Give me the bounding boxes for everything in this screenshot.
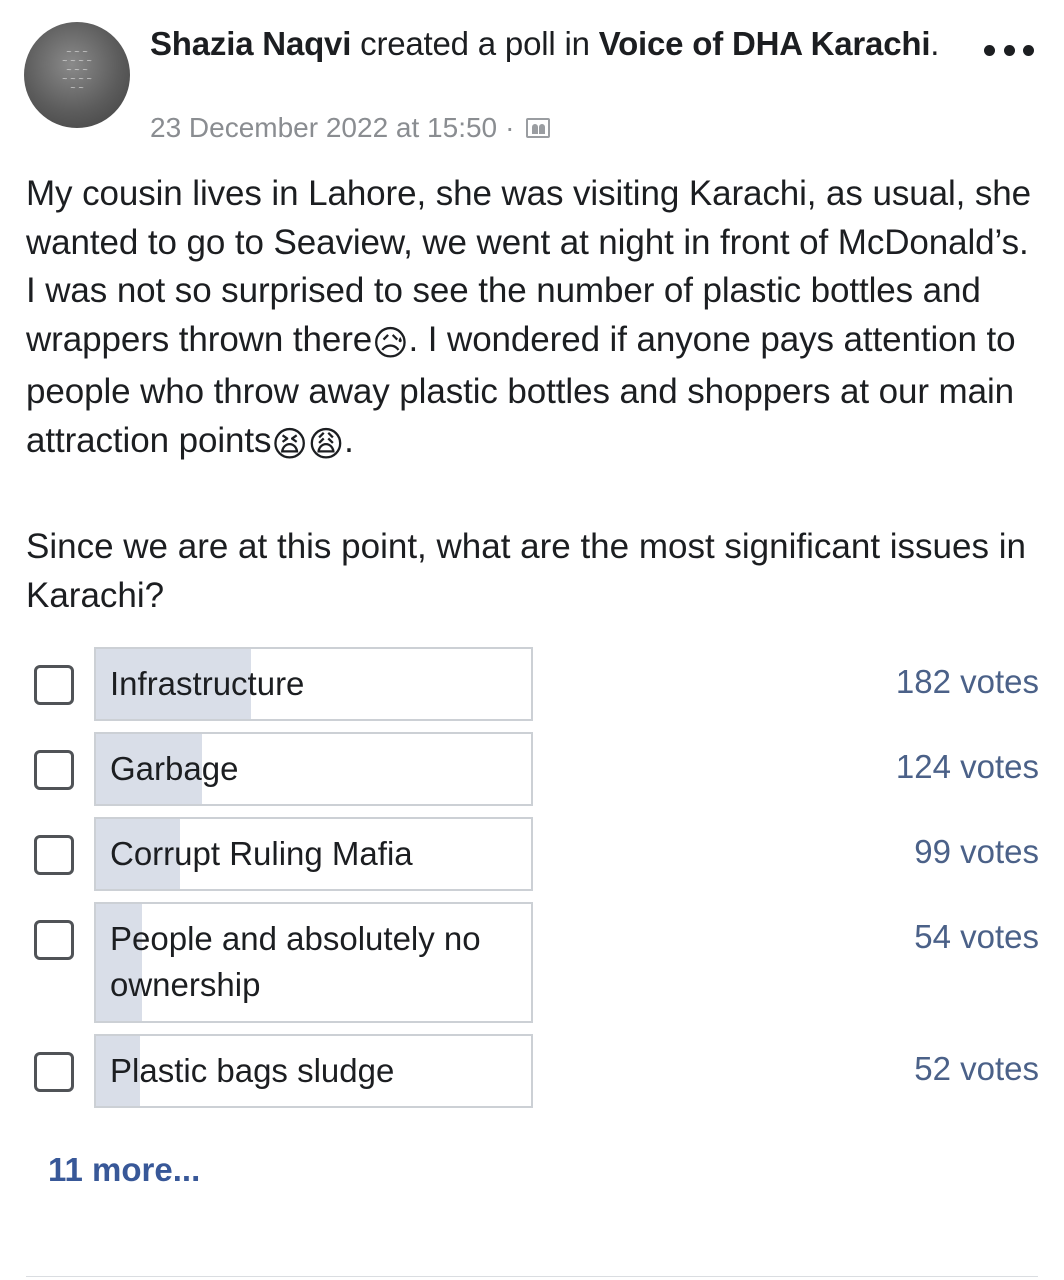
header-end-punct: . (930, 25, 940, 62)
sad-emoji: 😥 (372, 323, 409, 363)
poll-option-votes[interactable]: 54 votes (914, 914, 1039, 960)
group-name[interactable]: Voice of DHA Karachi (599, 25, 931, 62)
poll-option-bar[interactable]: Corrupt Ruling Mafia (94, 817, 533, 891)
poll-option-label: Plastic bags sludge (110, 1052, 395, 1089)
meta-separator: · (505, 112, 515, 143)
poll-checkbox[interactable] (34, 1052, 74, 1092)
post-paragraph: My cousin lives in Lahore, she was visit… (26, 170, 1046, 469)
poll-option-bar[interactable]: Garbage (94, 732, 533, 806)
action-text: created a poll in (351, 25, 599, 62)
timestamp[interactable]: 23 December 2022 at 15:50 (150, 110, 497, 146)
avatar-image: ~ ~ ~ ~ ~ ~ ~ ~ ~ ~ ~ ~ ~ ~ ~ ~ (61, 48, 93, 92)
poll-checkbox[interactable] (34, 750, 74, 790)
poll-option-label: Infrastructure (110, 665, 305, 702)
poll-checkbox[interactable] (34, 920, 74, 960)
poll-option-votes[interactable]: 52 votes (914, 1046, 1039, 1092)
poll-option-votes[interactable]: 124 votes (896, 744, 1039, 790)
poll-option-label: People and absolutely no ownership (110, 920, 481, 1003)
more-options-button[interactable] (984, 38, 1034, 62)
poll-option-label: Corrupt Ruling Mafia (110, 835, 413, 872)
tired-emoji: 😫 (271, 424, 308, 464)
group-members-icon (526, 118, 551, 138)
poll-option-votes[interactable]: 99 votes (914, 829, 1039, 875)
post-body: My cousin lives in Lahore, she was visit… (26, 170, 1046, 469)
poll-option-label: Garbage (110, 750, 239, 787)
poll-option-votes[interactable]: 182 votes (896, 659, 1039, 705)
poll-option-bar[interactable]: Plastic bags sludge (94, 1034, 533, 1108)
poll-checkbox[interactable] (34, 665, 74, 705)
more-options-link[interactable]: 11 more... (48, 1148, 200, 1192)
avatar[interactable]: ~ ~ ~ ~ ~ ~ ~ ~ ~ ~ ~ ~ ~ ~ ~ ~ (24, 22, 130, 128)
poll-option-bar[interactable]: People and absolutely no ownership (94, 902, 533, 1023)
more-dot-icon (1003, 44, 1015, 56)
author-name[interactable]: Shazia Naqvi (150, 25, 351, 62)
weary-emoji: 😩 (307, 424, 345, 464)
poll-question: Since we are at this point, what are the… (26, 527, 1026, 615)
more-dot-icon (1023, 44, 1034, 56)
post-header: Shazia Naqvi created a poll in Voice of … (150, 22, 950, 66)
post-meta: 23 December 2022 at 15:50 · (150, 110, 551, 146)
divider (26, 1276, 1038, 1277)
poll-checkbox[interactable] (34, 835, 74, 875)
poll-option-bar[interactable]: Infrastructure (94, 647, 533, 721)
more-dot-icon (984, 44, 995, 56)
